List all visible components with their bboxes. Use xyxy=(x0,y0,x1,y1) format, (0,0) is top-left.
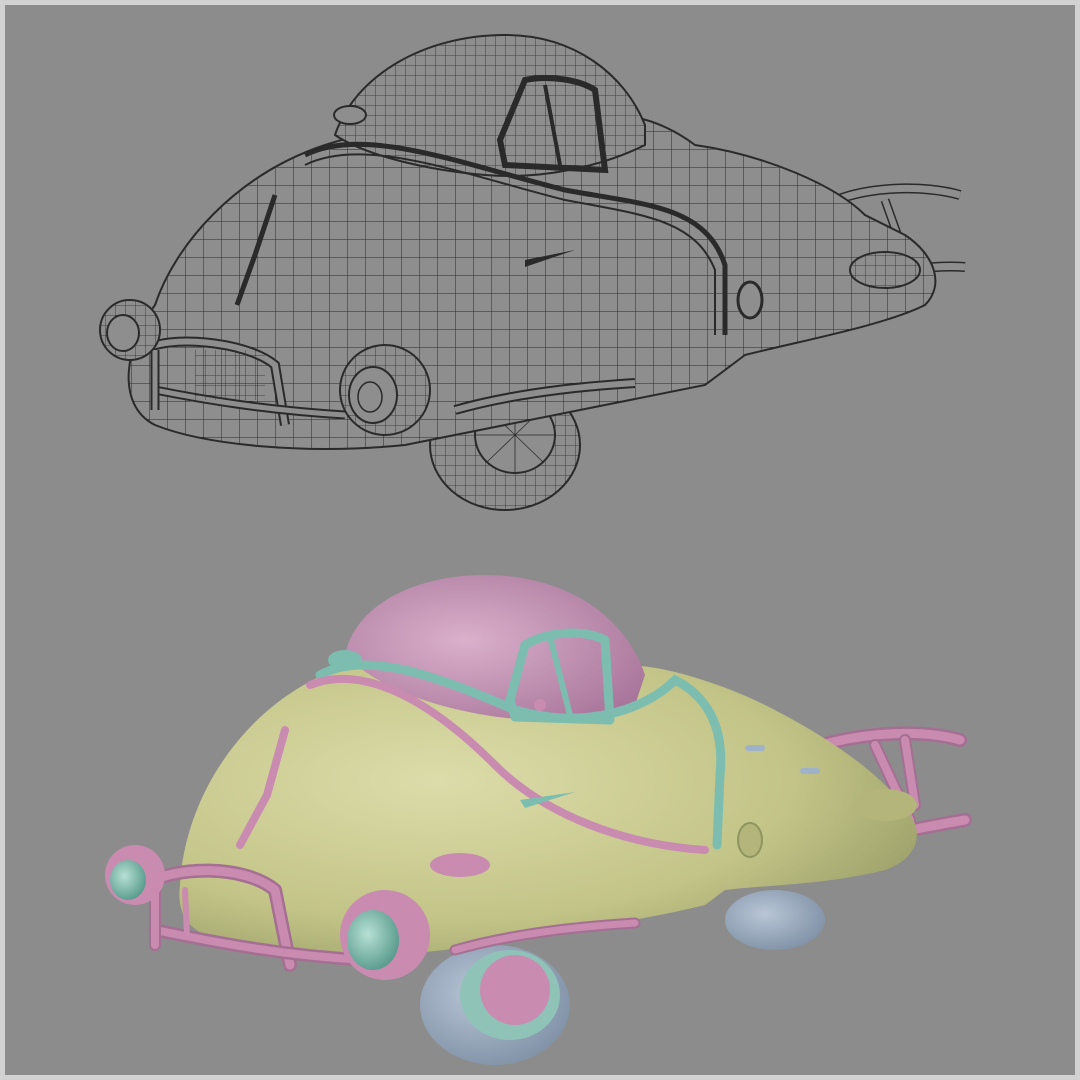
wireframe-side-vent xyxy=(736,280,764,320)
scene-canvas xyxy=(5,5,1075,1075)
wireframe-headlight-right xyxy=(339,344,431,436)
render-viewport xyxy=(0,0,1080,1080)
shaded-headlight-right xyxy=(340,890,430,980)
shaded-side-vent xyxy=(737,822,763,858)
shaded-front-wheel xyxy=(420,945,570,1065)
shaded-headlight-left xyxy=(105,845,165,905)
wireframe-headlight-left xyxy=(99,299,161,361)
shaded-rear-wheel xyxy=(725,890,825,950)
